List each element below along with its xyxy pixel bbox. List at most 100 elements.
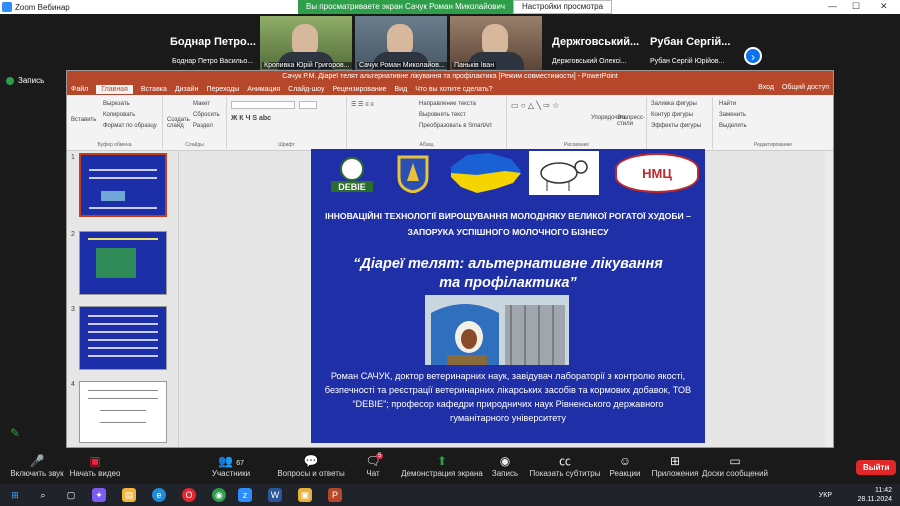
font-label: Шрифт <box>278 142 295 148</box>
close-icon[interactable]: ✕ <box>880 1 888 12</box>
video-tile[interactable]: Кропивка Юрій Григоров... <box>260 16 352 70</box>
tile-name: Рубан Сергій Юрійов... <box>650 58 725 65</box>
shape-fill-button[interactable]: Заливка фигуры <box>651 101 697 107</box>
powerpoint-icon[interactable]: P <box>328 488 342 502</box>
recording-indicator[interactable]: Запись <box>6 76 44 85</box>
share-button[interactable]: Общий доступ <box>782 84 829 91</box>
shape-effects-button[interactable]: Эффекты фигуры <box>651 123 701 129</box>
slide-number: 3 <box>71 306 75 313</box>
tab-design[interactable]: Дизайн <box>175 86 199 93</box>
tab-animation[interactable]: Анимация <box>247 86 280 93</box>
edge-icon[interactable]: e <box>152 488 166 502</box>
search-icon[interactable]: ⌕ <box>36 488 50 502</box>
find-button[interactable]: Найти <box>719 101 736 107</box>
slide-number: 1 <box>71 154 75 161</box>
windows-start-icon[interactable]: ⊞ <box>8 488 22 502</box>
folder-icon[interactable]: ▣ <box>298 488 312 502</box>
current-slide[interactable]: DEBIE НМЦ ІННОВАЦІЙНІ ТЕХНОЛОГІЇ ВИРОЩУВ… <box>311 149 705 443</box>
sign-in-link[interactable]: Вход <box>758 84 774 91</box>
ribbon-tabs: Файл Главная Вставка Дизайн Переходы Ани… <box>67 83 833 95</box>
thumb-text <box>89 177 157 179</box>
start-video-button[interactable]: ▣ Начать видео <box>50 453 140 478</box>
layout-button[interactable]: Макет <box>193 101 210 107</box>
quick-styles-button[interactable]: Экспресс-стили <box>617 115 647 127</box>
share-banner: Вы просматриваете экран Сачук Роман Мико… <box>298 0 613 14</box>
font-name-select[interactable] <box>231 101 295 111</box>
align-text-button[interactable]: Выровнять текст <box>419 112 466 118</box>
annotate-pencil-icon[interactable]: ✎ <box>10 426 20 440</box>
video-gallery: Боднар Петро... Кропивка Юрій Григоров..… <box>0 14 900 70</box>
ukraine-map-logo <box>447 149 523 197</box>
shape-outline-button[interactable]: Контур фигуры <box>651 112 693 118</box>
leave-button[interactable]: Выйти <box>856 460 897 475</box>
zoom-title-bar: Zoom Вебинар Вы просматриваете экран Сач… <box>0 0 900 14</box>
tile-name: Держговський Олексі... <box>552 58 627 65</box>
tell-me-search[interactable]: Что вы хотите сделать? <box>415 86 492 93</box>
copy-button[interactable]: Копировать <box>103 112 135 118</box>
debie-logo-text: DEBIE <box>338 182 366 192</box>
cut-button[interactable]: Вырезать <box>103 101 130 107</box>
section-button[interactable]: Раздел <box>193 123 213 129</box>
shield-icon <box>6 76 14 85</box>
font-size-select[interactable] <box>299 101 317 111</box>
tab-view[interactable]: Вид <box>395 86 408 93</box>
whiteboard-icon: ▭ <box>729 454 741 468</box>
video-tile[interactable]: Сачук Роман Миколайов... <box>355 16 447 70</box>
opera-icon[interactable]: O <box>182 488 196 502</box>
slide-title: “Діареї телят: альтернативне лікування т… <box>323 255 693 293</box>
task-view-icon[interactable]: ▢ <box>64 488 78 502</box>
slide-thumbnail[interactable] <box>79 381 167 443</box>
tab-transitions[interactable]: Переходы <box>206 86 239 93</box>
coat-of-arms-logo <box>393 153 433 194</box>
minimize-icon[interactable]: — <box>828 1 837 11</box>
calf-photo <box>425 295 569 365</box>
slide-thumbnail[interactable] <box>79 153 167 217</box>
whiteboards-button[interactable]: ▭ Доски сообщений <box>690 453 780 478</box>
tab-file[interactable]: Файл <box>71 86 88 93</box>
zoom-app-icon[interactable]: z <box>238 488 252 502</box>
thumb-text <box>100 422 146 423</box>
system-tray[interactable]: УКР 11:42 28.11.2024 <box>819 486 892 504</box>
view-options-button[interactable]: Настройки просмотра <box>513 0 613 14</box>
slide-thumbnail[interactable] <box>79 306 167 370</box>
shapes-gallery-icon[interactable]: ▭ ○ △ ╲ ⇨ ☆ <box>511 101 559 110</box>
ribbon: Вставить Вырезать Копировать Формат по о… <box>67 95 833 151</box>
record-label: Запись <box>491 469 519 478</box>
thumb-text <box>88 315 158 317</box>
tile-name: Боднар Петро Васильо... <box>172 58 254 65</box>
arrange-button[interactable]: Упорядочить <box>591 115 627 121</box>
slide-thumbnail[interactable] <box>79 231 167 295</box>
drawing-group: ▭ ○ △ ╲ ⇨ ☆ Упорядочить Экспресс-стили Р… <box>507 97 647 149</box>
coat-of-arms-icon <box>397 155 429 194</box>
file-explorer-icon[interactable]: ▤ <box>122 488 136 502</box>
zoom-window-title: Zoom Вебинар <box>15 2 70 12</box>
new-slide-button[interactable]: Создать слайд <box>167 117 190 129</box>
bullets-icon[interactable]: ☰ ☰ ≡ ≡ <box>351 101 374 108</box>
copilot-icon[interactable]: ✦ <box>92 488 106 502</box>
tab-slideshow[interactable]: Слайд-шоу <box>288 86 324 93</box>
participants-button[interactable]: 👥 67 Участники <box>186 453 276 478</box>
tab-insert[interactable]: Вставка <box>141 86 167 93</box>
tab-review[interactable]: Рецензирование <box>332 86 386 93</box>
bold-icon[interactable]: Ж К Ч S abc <box>231 115 271 122</box>
vertical-scrollbar[interactable] <box>825 151 833 447</box>
paste-button[interactable]: Вставить <box>71 117 96 123</box>
slides-label: Слайды <box>185 142 204 148</box>
select-button[interactable]: Выделить <box>719 123 747 129</box>
cattle-logo <box>529 151 599 195</box>
maximize-icon[interactable]: ☐ <box>852 1 860 12</box>
thumb-text <box>88 347 158 349</box>
tab-home[interactable]: Главная <box>96 84 133 94</box>
whiteboards-label: Доски сообщений <box>701 469 768 478</box>
text-direction-button[interactable]: Направление текста <box>419 101 476 107</box>
replace-button[interactable]: Заменить <box>719 112 746 118</box>
participants-label: Участники <box>211 469 251 478</box>
video-tile[interactable]: Паньків Іван <box>450 16 542 70</box>
format-painter-button[interactable]: Формат по образцу <box>103 123 157 129</box>
reset-button[interactable]: Сбросить <box>193 112 220 118</box>
slide-heading-line1: ІННОВАЦІЙНІ ТЕХНОЛОГІЇ ВИРОЩУВАННЯ МОЛОД… <box>325 211 691 221</box>
smartart-button[interactable]: Преобразовать в SmartArt <box>419 123 492 129</box>
word-icon[interactable]: W <box>268 488 282 502</box>
chrome-icon[interactable]: ◉ <box>212 488 226 502</box>
gallery-next-arrow-icon[interactable]: › <box>744 47 762 65</box>
